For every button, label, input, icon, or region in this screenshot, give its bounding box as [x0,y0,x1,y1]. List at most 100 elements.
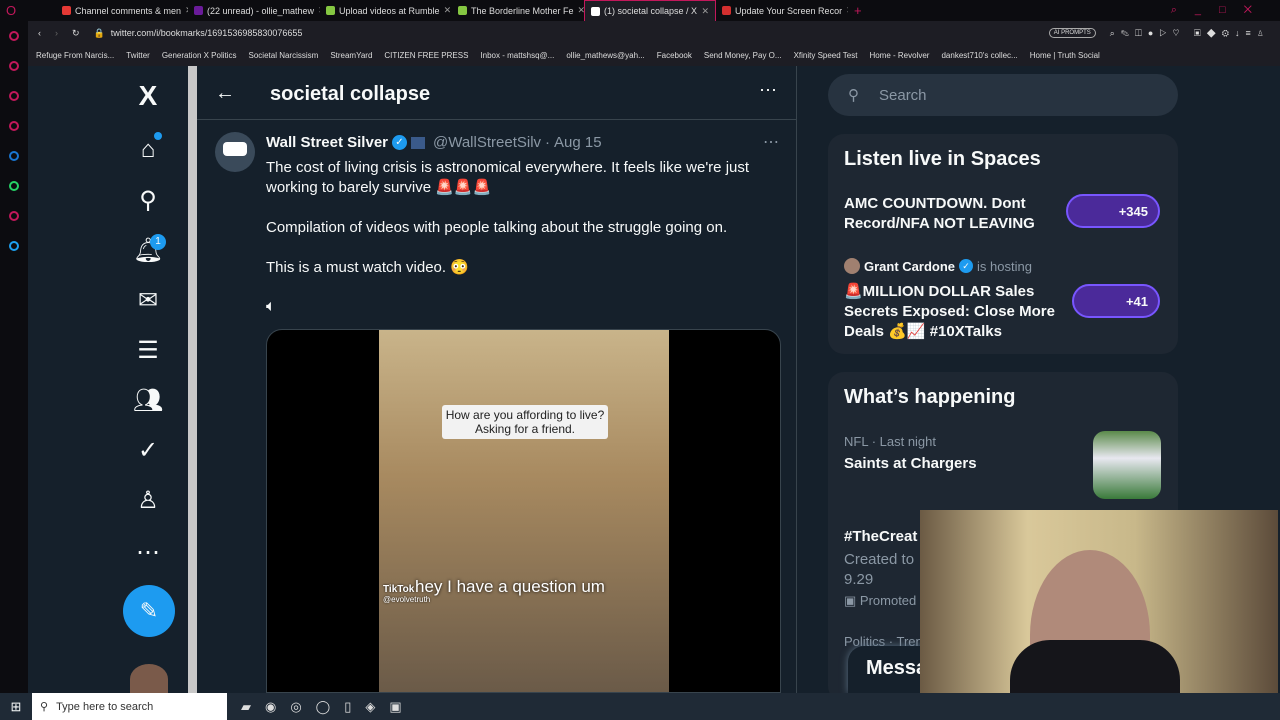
spaces-title: Listen live in Spaces [844,148,1041,170]
browser-tab[interactable]: (1) societal collapse / X ✕ [584,0,716,21]
video-player[interactable]: How are you affording to live? Asking fo… [266,329,781,693]
page-title: societal collapse [270,83,431,105]
taskbar-apps[interactable]: ▰◉◎◯▯◈▣ [241,699,416,715]
forward-icon[interactable]: › [55,28,58,38]
opera-logo: O [6,3,17,18]
url-field[interactable]: twitter.com/i/bookmarks/1691536985830076… [111,28,303,38]
communities-icon[interactable]: 👥︎ [132,384,164,416]
tiktok-logo: TikTok [383,584,415,595]
favicon-icon [458,6,467,15]
space-listener-count[interactable]: +41 [1072,284,1160,318]
mail-icon[interactable]: ✉ [132,284,164,316]
bookmark-item[interactable]: StreamYard [330,51,372,60]
start-button[interactable]: ⊞ [0,699,32,715]
bookmarks-bar: Refuge From Narcis... Twitter Generation X… [28,45,1280,66]
reload-icon[interactable]: ↻ [72,28,80,39]
x-logo[interactable]: X [132,80,164,112]
verified-badge-icon: ✓ [392,135,407,150]
happening-title: What’s happening [844,386,1016,408]
favicon-icon [62,6,71,15]
browser-tab[interactable]: Upload videos at Rumble ✕ [320,0,452,21]
browser-tab[interactable]: The Borderline Mother Fe ✕ [452,0,584,21]
avatar[interactable] [130,664,168,694]
tweet-date[interactable]: Aug 15 [554,134,602,151]
trend-meta: NFL · Last night [844,434,937,449]
trend-title[interactable]: #TheCreat [844,528,917,545]
close-tab-icon[interactable]: ✕ [846,5,848,16]
bookmark-item[interactable]: Inbox - mattshsq@... [480,51,554,60]
close-tab-icon[interactable]: ✕ [444,5,452,16]
lock-icon: 🔒 [93,27,105,38]
opera-sidebar [0,21,28,693]
bookmark-item[interactable]: ollie_mathews@yah... [566,51,644,60]
promoted-label: ▣ Promoted [844,593,917,608]
tweet-text-line: Compilation of videos with people talkin… [266,219,728,236]
video-caption: How are you affording to live? Asking fo… [442,405,608,439]
tweet-more-icon[interactable]: ⋯ [763,132,779,152]
bookmark-item[interactable]: Societal Narcissism [249,51,319,60]
bookmark-item[interactable]: Facebook [657,51,692,60]
bookmark-item[interactable]: Home - Revolver [869,51,929,60]
trend-desc: 9.29 [844,571,874,588]
new-tab-button[interactable]: + [854,3,862,18]
main-column: ← societal collapse ⋯ Wall Street Silver… [197,66,797,693]
bookmark-item[interactable]: dankest710's collec... [941,51,1017,60]
verified-icon[interactable]: ✓ [132,434,164,466]
webcam-overlay [920,510,1278,712]
browser-tab-bar: O Channel comments & men✕(22 unread) - o… [0,0,1280,21]
tab-label: Upload videos at Rumble [339,5,440,16]
post-button[interactable]: ✎ [123,585,175,637]
profile-icon[interactable]: ♙ [132,484,164,516]
tab-label: (22 unread) - ollie_mathew [207,5,315,16]
address-bar: ‹ › ↻ 🔒 twitter.com/i/bookmarks/16915369… [28,21,1280,45]
more-options-button[interactable]: ⋯ [759,80,777,101]
notification-badge: 1 [150,234,166,250]
speaker-icon[interactable]: 🔈︎ [266,298,276,316]
author-avatar[interactable] [215,132,255,172]
more-icon[interactable]: ⋯ [132,536,164,568]
host-avatar [844,258,860,274]
search-input[interactable]: ⚲ Search [828,74,1178,116]
spaces-card: Listen live in Spaces AMC COUNTDOWN. Don… [828,134,1178,354]
back-icon[interactable]: ‹ [38,28,41,38]
favicon-icon [194,6,203,15]
bookmark-item[interactable]: Generation X Politics [162,51,237,60]
tiktok-user: @evolvetruth [383,595,431,604]
browser-tab[interactable]: Update Your Screen Recor✕ [716,0,848,21]
author-name[interactable]: Wall Street Silver [266,134,388,151]
bookmark-item[interactable]: Refuge From Narcis... [36,51,114,60]
host-name[interactable]: Grant Cardone [864,259,955,274]
browser-tab[interactable]: (22 unread) - ollie_mathew✕ [188,0,320,21]
toolbar-icons[interactable]: ⌕✎◫●▷♡ ▣◆⚙↓≡♙ [1110,28,1280,39]
favicon-icon [326,6,335,15]
bookmark-item[interactable]: Twitter [126,51,150,60]
favicon-icon [591,6,600,16]
close-tab-icon[interactable]: ✕ [701,6,709,17]
back-button[interactable]: ← [215,82,235,105]
search-icon[interactable]: ⚲ [132,184,164,216]
trend-desc: Created to [844,551,915,568]
tab-label: Update Your Screen Recor [735,5,843,16]
bookmark-item[interactable]: Xfinity Speed Test [794,51,858,60]
tab-label: The Borderline Mother Fe [471,5,574,16]
space-item-title[interactable]: 🚨MILLION DOLLAR Sales Secrets Exposed: C… [844,282,1064,342]
author-handle[interactable]: @WallStreetSilv [433,134,541,151]
bookmark-item[interactable]: Send Money, Pay O... [704,51,782,60]
window-controls[interactable]: ⌕_□✕ [1171,4,1280,17]
ai-prompts-button[interactable]: AI PROMPTS [1048,28,1096,38]
lists-icon[interactable]: ☰ [132,334,164,366]
trend-image[interactable] [1093,431,1161,499]
space-item-title[interactable]: AMC COUNTDOWN. Dont Record/NFA NOT LEAVI… [844,194,1054,234]
video-subtitle: hey I have a question um [415,577,605,596]
bookmark-item[interactable]: CITIZEN FREE PRESS [384,51,468,60]
scrollbar[interactable] [188,66,197,693]
taskbar-search[interactable]: ⚲ Type here to search [32,693,227,720]
trend-title[interactable]: Saints at Chargers [844,455,977,472]
space-listener-count[interactable]: +345 [1066,194,1160,228]
verified-badge-icon: ✓ [959,259,974,273]
bookmark-item[interactable]: Home | Truth Social [1030,51,1100,60]
search-icon: ⚲ [848,87,859,104]
browser-tab[interactable]: Channel comments & men✕ [56,0,188,21]
tab-label: Channel comments & men [75,5,182,16]
tab-label: (1) societal collapse / X [604,6,698,16]
